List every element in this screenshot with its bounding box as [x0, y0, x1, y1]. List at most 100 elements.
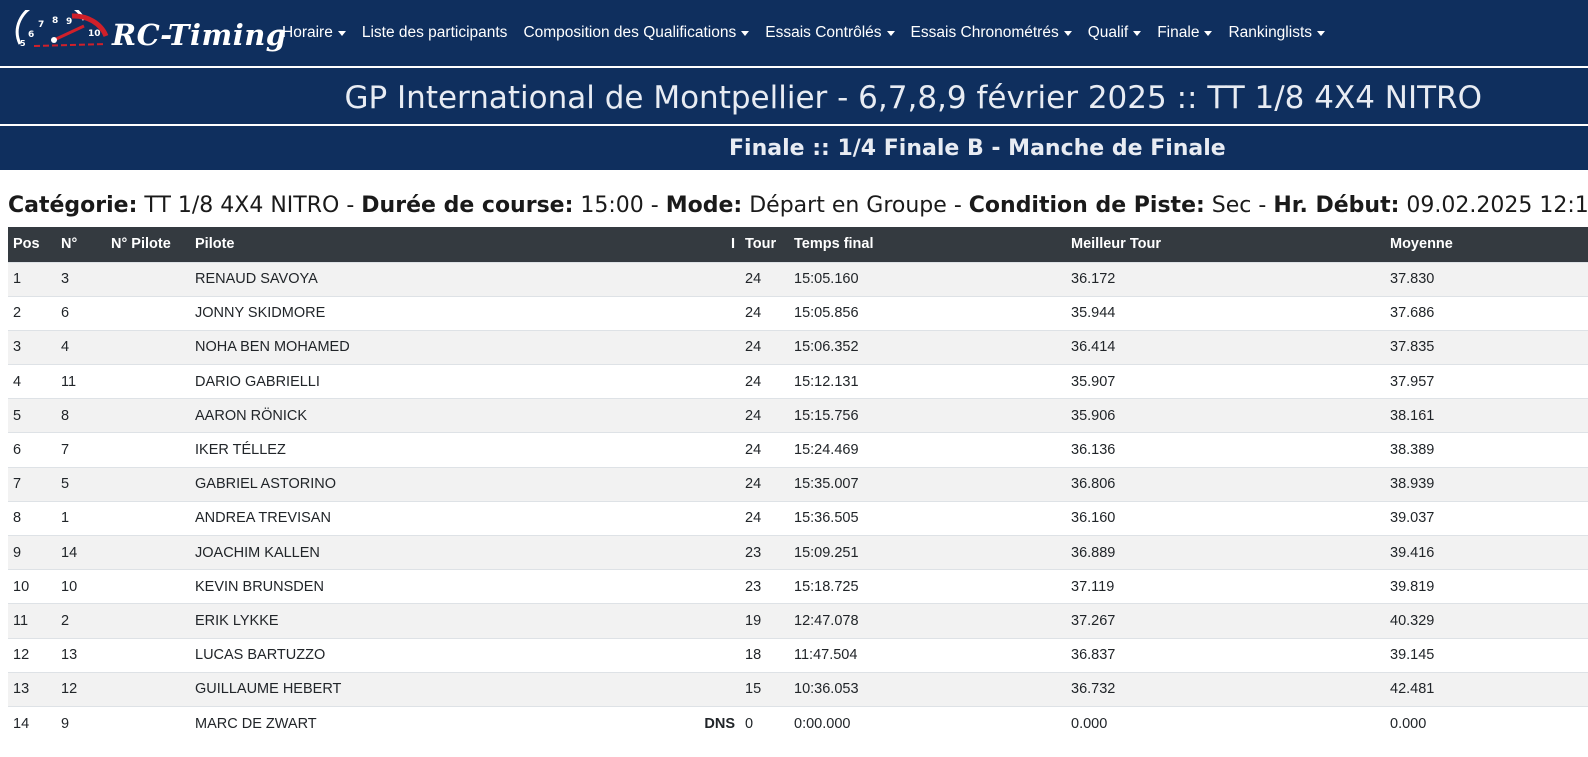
cell-npilote [106, 432, 190, 468]
cell-pilote: DARIO GABRIELLI [190, 364, 698, 399]
cell-moyenne: 39.416 [1385, 534, 1588, 570]
cell-temps-final: 15:06.352 [789, 329, 1066, 365]
cell-meilleur-tour: 36.837 [1066, 637, 1385, 673]
category-value: TT 1/8 4X4 NITRO [144, 193, 340, 218]
caret-down-icon [337, 30, 346, 36]
cell-moyenne: 37.686 [1385, 295, 1588, 331]
nav-horaire[interactable]: Horaire [282, 24, 346, 42]
cell-pilote: GABRIEL ASTORINO [190, 466, 698, 502]
cell-pos: 6 [8, 432, 56, 468]
table-row: 1 3 RENAUD SAVOYA 24 15:05.160 36.172 37.830 [8, 261, 1588, 297]
cell-npilote [106, 500, 190, 536]
cell-pos: 5 [8, 398, 56, 433]
header-npilote: N° Pilote [106, 227, 190, 262]
duration-value: 15:00 [580, 193, 644, 218]
cell-temps-final: 10:36.053 [789, 671, 1066, 707]
nav-composition-qualifications[interactable]: Composition des Qualifications [523, 24, 750, 42]
cell-temps-final: 15:05.160 [789, 261, 1066, 297]
nav-finale[interactable]: Finale [1157, 24, 1213, 42]
cell-temps-final: 15:24.469 [789, 432, 1066, 468]
caret-down-icon [1063, 30, 1072, 36]
nav-label: Rankinglists [1228, 24, 1312, 41]
cell-npilote [106, 466, 190, 502]
nav-qualif[interactable]: Qualif [1088, 24, 1142, 42]
nav-liste-participants[interactable]: Liste des participants [362, 24, 508, 42]
brand-logo[interactable]: 6 7 8 9 10 5 RC-Timing [14, 6, 286, 58]
svg-text:7: 7 [38, 20, 44, 30]
table-row: 7 5 GABRIEL ASTORINO 24 15:35.007 36.806 38.93… [8, 466, 1588, 502]
cell-tour: 24 [740, 329, 789, 365]
cell-pos: 2 [8, 295, 56, 331]
cell-pilote: ANDREA TREVISAN [190, 500, 698, 536]
navbar: 6 7 8 9 10 5 RC-Timing Horaire Liste des… [0, 0, 1588, 66]
cell-pilote: AARON RÖNICK [190, 398, 698, 433]
nav-label: Essais Contrôlés [765, 24, 882, 41]
caret-down-icon [1317, 30, 1325, 36]
cell-moyenne: 39.819 [1385, 569, 1588, 604]
event-title-bar: GP International de Montpellier - 6,7,8,… [0, 68, 1588, 124]
nav-label: Horaire [282, 24, 333, 41]
cell-num: 6 [56, 295, 106, 331]
mode-value: Départ en Groupe [749, 193, 947, 218]
cell-temps-final: 0:00.000 [789, 705, 1066, 741]
mode-label: Mode: [665, 193, 743, 218]
cell-pilote: IKER TÉLLEZ [190, 432, 698, 468]
cell-num: 7 [56, 432, 106, 468]
cell-status [698, 500, 740, 536]
nav-rankinglists[interactable]: Rankinglists [1228, 24, 1325, 42]
cell-moyenne: 37.957 [1385, 364, 1588, 399]
cell-pos: 9 [8, 534, 56, 570]
cell-meilleur-tour: 35.944 [1066, 295, 1385, 331]
table-header-row: Pos N° N° Pilote Pilote I Tour Temps fin… [8, 227, 1588, 262]
cell-pos: 3 [8, 329, 56, 365]
cell-temps-final: 15:12.131 [789, 364, 1066, 399]
cell-num: 11 [56, 364, 106, 399]
cell-pos: 11 [8, 603, 56, 639]
separator: - [650, 193, 659, 218]
cell-moyenne: 39.037 [1385, 500, 1588, 536]
cell-meilleur-tour: 36.172 [1066, 261, 1385, 297]
cell-meilleur-tour: 36.889 [1066, 534, 1385, 570]
cell-temps-final: 15:35.007 [789, 466, 1066, 502]
cell-num: 10 [56, 569, 106, 604]
cell-status [698, 261, 740, 297]
results-body: 1 3 RENAUD SAVOYA 24 15:05.160 36.172 37.830 2 6… [8, 261, 1588, 741]
header-meilleur-tour: Meilleur Tour [1066, 227, 1385, 262]
cell-moyenne: 38.161 [1385, 398, 1588, 433]
track-condition-label: Condition de Piste: [968, 193, 1205, 218]
cell-npilote [106, 261, 190, 297]
cell-pos: 12 [8, 637, 56, 673]
cell-pos: 4 [8, 364, 56, 399]
cell-npilote [106, 534, 190, 570]
cell-num: 13 [56, 637, 106, 673]
cell-pos: 1 [8, 261, 56, 297]
cell-moyenne: 38.389 [1385, 432, 1588, 468]
cell-npilote [106, 705, 190, 741]
cell-tour: 24 [740, 432, 789, 468]
cell-tour: 19 [740, 603, 789, 639]
cell-meilleur-tour: 36.732 [1066, 671, 1385, 707]
svg-text:6: 6 [28, 30, 34, 40]
table-row: 3 4 NOHA BEN MOHAMED 24 15:06.352 36.414 37.83… [8, 329, 1588, 365]
cell-status [698, 671, 740, 707]
separator: - [953, 193, 962, 218]
results-table: Pos N° N° Pilote Pilote I Tour Temps fin… [8, 227, 1588, 741]
cell-num: 1 [56, 500, 106, 536]
nav-label: Liste des participants [361, 24, 508, 41]
table-row: 14 9 MARC DE ZWART DNS 0 0:00.000 0.000 0.000 [8, 705, 1588, 741]
cell-meilleur-tour: 0.000 [1066, 705, 1385, 741]
cell-status [698, 295, 740, 331]
cell-num: 2 [56, 603, 106, 639]
cell-temps-final: 15:36.505 [789, 500, 1066, 536]
cell-moyenne: 38.939 [1385, 466, 1588, 502]
nav-essais-chronometres[interactable]: Essais Chronométrés [911, 24, 1072, 42]
nav-essais-controles[interactable]: Essais Contrôlés [765, 24, 895, 42]
cell-pilote: JONNY SKIDMORE [190, 295, 698, 331]
table-row: 4 11 DARIO GABRIELLI 24 15:12.131 35.907 37.95… [8, 364, 1588, 399]
cell-temps-final: 15:18.725 [789, 569, 1066, 604]
cell-pos: 14 [8, 705, 56, 741]
cell-num: 4 [56, 329, 106, 365]
nav-label: Qualif [1087, 24, 1129, 41]
cell-tour: 18 [740, 637, 789, 673]
cell-pilote: LUCAS BARTUZZO [190, 637, 698, 673]
